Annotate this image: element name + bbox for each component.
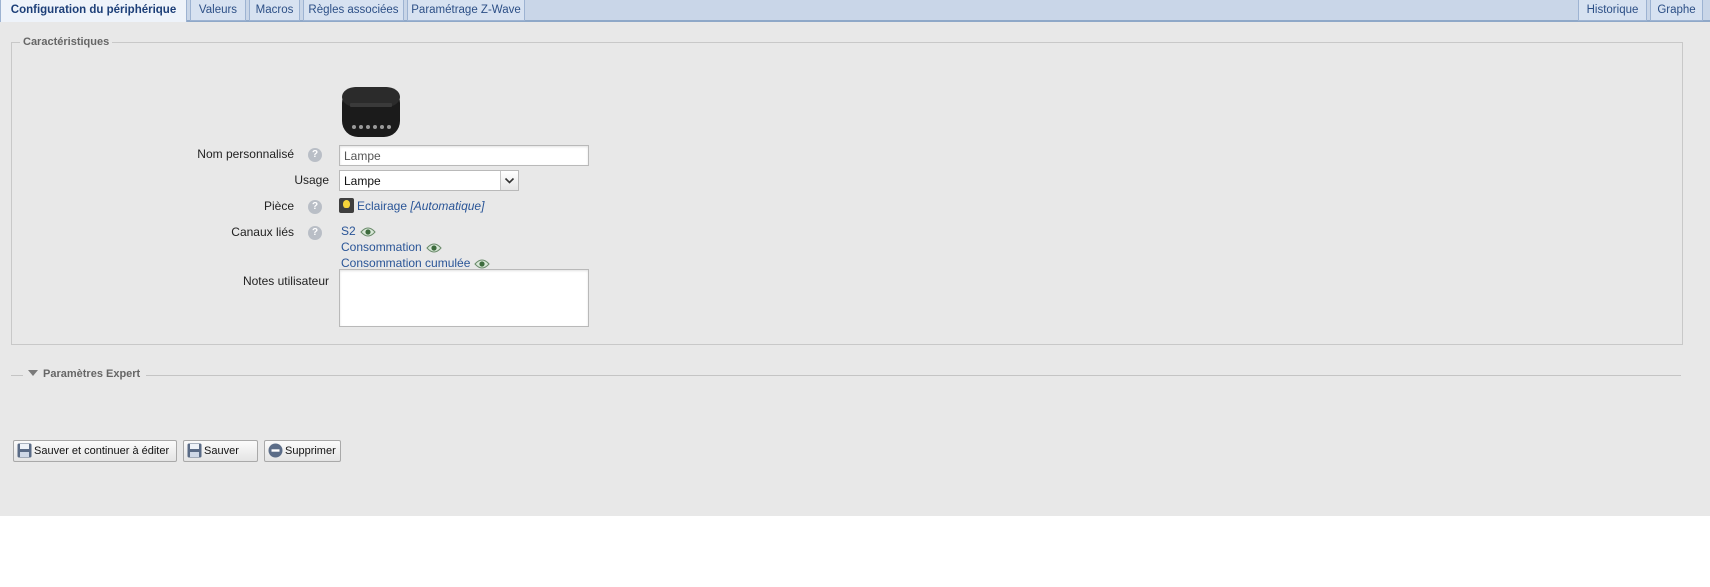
save-continue-button[interactable]: Sauver et continuer à éditer	[13, 440, 177, 462]
channel-link-consommation-cumulee[interactable]: Consommation cumulée	[341, 256, 470, 270]
eye-icon[interactable]	[426, 242, 442, 254]
linked-channels-label: Canaux liés	[231, 225, 294, 239]
eye-icon[interactable]	[360, 226, 376, 238]
expert-label: Paramètres Expert	[43, 368, 141, 380]
room-value: Eclairage [Automatique]	[339, 198, 484, 213]
tab-regles-associees[interactable]: Règles associées	[303, 0, 404, 21]
linked-channel-item: S2	[341, 224, 376, 238]
delete-button[interactable]: Supprimer	[264, 440, 341, 462]
characteristics-legend: Caractéristiques	[20, 36, 113, 48]
expert-toggle[interactable]: Paramètres Expert	[24, 368, 145, 380]
tab-historique[interactable]: Historique	[1578, 0, 1647, 21]
device-image	[342, 87, 400, 137]
room-help-icon[interactable]: ?	[308, 200, 322, 214]
expert-divider-right	[146, 375, 1681, 376]
minus-circle-icon	[268, 443, 283, 458]
custom-name-help-icon[interactable]: ?	[308, 148, 322, 162]
usage-select[interactable]: Lampe	[339, 170, 519, 191]
content-panel: Caractéristiques Nom personnalisé ? Usag…	[0, 22, 1710, 516]
floppy-disk-icon	[187, 443, 202, 458]
delete-label: Supprimer	[285, 445, 336, 457]
linked-channels-help-icon[interactable]: ?	[308, 226, 322, 240]
tab-bar: Configuration du périphérique Valeurs Ma…	[0, 0, 1710, 22]
chevron-down-icon[interactable]	[500, 171, 518, 190]
save-button[interactable]: Sauver	[183, 440, 258, 462]
floppy-disk-icon	[17, 443, 32, 458]
triangle-down-icon	[28, 370, 38, 376]
usage-selected-value: Lampe	[344, 174, 381, 188]
characteristics-fieldset: Caractéristiques Nom personnalisé ? Usag…	[11, 36, 1683, 345]
linked-channel-item: Consommation	[341, 240, 442, 254]
usage-label: Usage	[294, 173, 329, 187]
room-mode[interactable]: [Automatique]	[410, 199, 484, 213]
tab-configuration[interactable]: Configuration du périphérique	[0, 0, 187, 22]
light-bulb-icon	[339, 198, 354, 213]
channel-link-s2[interactable]: S2	[341, 224, 356, 238]
tab-graphe[interactable]: Graphe	[1650, 0, 1703, 21]
tab-macros[interactable]: Macros	[249, 0, 300, 21]
linked-channel-item: Consommation cumulée	[341, 256, 491, 270]
tab-valeurs[interactable]: Valeurs	[190, 0, 246, 21]
room-link[interactable]: Eclairage	[357, 199, 407, 213]
notes-textarea[interactable]	[339, 269, 589, 327]
notes-label: Notes utilisateur	[242, 274, 329, 288]
custom-name-input[interactable]	[339, 145, 589, 166]
save-label: Sauver	[204, 445, 239, 457]
channel-link-consommation[interactable]: Consommation	[341, 240, 422, 254]
tab-parametrage-zwave[interactable]: Paramétrage Z-Wave	[407, 0, 525, 21]
custom-name-label: Nom personnalisé	[197, 147, 294, 161]
save-continue-label: Sauver et continuer à éditer	[34, 445, 170, 457]
room-label: Pièce	[263, 199, 294, 213]
expert-divider-left	[11, 375, 23, 376]
